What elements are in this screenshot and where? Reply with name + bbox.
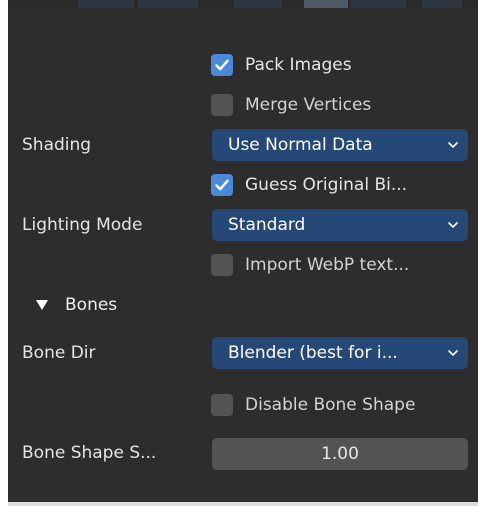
- triangle-down-icon[interactable]: [36, 300, 48, 310]
- toolbar-segment[interactable]: [304, 0, 348, 8]
- shading-label: Shading: [22, 135, 92, 155]
- merge-vertices-checkbox[interactable]: Merge Vertices: [211, 94, 371, 116]
- toolbar-segment[interactable]: [351, 0, 406, 8]
- chevron-down-icon: [448, 222, 458, 228]
- lighting-mode-dropdown[interactable]: Standard: [212, 209, 468, 241]
- bone-shape-scale-field[interactable]: 1.00: [212, 438, 468, 470]
- checkmark-icon: [215, 179, 229, 191]
- pack-images-checkbox[interactable]: Pack Images: [211, 54, 352, 76]
- row-bone-dir: Bone Dir Blender (best for i...: [0, 334, 478, 372]
- guess-original-bind-checkbox[interactable]: Guess Original Bi...: [211, 174, 407, 196]
- import-webp-checkbox[interactable]: Import WebP text...: [211, 254, 409, 276]
- chevron-down-icon: [448, 142, 458, 148]
- bone-dir-label: Bone Dir: [22, 343, 96, 363]
- row-lighting-mode: Lighting Mode Standard: [0, 206, 478, 244]
- disable-bone-shape-checkbox[interactable]: Disable Bone Shape: [211, 394, 415, 416]
- toolbar-segment[interactable]: [422, 0, 462, 8]
- row-merge-vertices: Merge Vertices: [0, 86, 478, 124]
- bones-section-header[interactable]: Bones: [0, 286, 478, 324]
- lighting-mode-value: Standard: [228, 215, 306, 235]
- shading-value: Use Normal Data: [228, 135, 373, 155]
- bone-dir-value: Blender (best for i...: [228, 343, 398, 363]
- pack-images-label: Pack Images: [245, 55, 352, 75]
- guess-original-bind-box[interactable]: [211, 174, 233, 196]
- chevron-down-icon: [448, 350, 458, 356]
- top-toolbar-strip: [8, 0, 478, 9]
- row-shading: Shading Use Normal Data: [0, 126, 478, 164]
- row-guess-original-bind: Guess Original Bi...: [0, 166, 478, 204]
- toolbar-segment[interactable]: [234, 0, 282, 8]
- lighting-mode-label: Lighting Mode: [22, 215, 143, 235]
- merge-vertices-box[interactable]: [211, 94, 233, 116]
- row-disable-bone-shape: Disable Bone Shape: [0, 386, 478, 424]
- row-bone-shape-scale: Bone Shape S... 1.00: [0, 434, 478, 472]
- row-pack-images: Pack Images: [0, 46, 478, 84]
- merge-vertices-label: Merge Vertices: [245, 95, 372, 115]
- disable-bone-shape-label: Disable Bone Shape: [245, 395, 416, 415]
- pack-images-box[interactable]: [211, 54, 233, 76]
- bone-shape-scale-label: Bone Shape S...: [22, 443, 157, 463]
- bones-section-label: Bones: [65, 295, 118, 315]
- shading-dropdown[interactable]: Use Normal Data: [212, 129, 468, 161]
- import-webp-label: Import WebP text...: [245, 255, 410, 275]
- bottom-edge: [8, 502, 478, 506]
- toolbar-segment[interactable]: [78, 0, 134, 8]
- disable-bone-shape-box[interactable]: [211, 394, 233, 416]
- toolbar-segment[interactable]: [138, 0, 198, 8]
- import-webp-box[interactable]: [211, 254, 233, 276]
- bone-dir-dropdown[interactable]: Blender (best for i...: [212, 337, 468, 369]
- checkmark-icon: [215, 59, 229, 71]
- row-import-webp: Import WebP text...: [0, 246, 478, 284]
- guess-original-bind-label: Guess Original Bi...: [245, 175, 408, 195]
